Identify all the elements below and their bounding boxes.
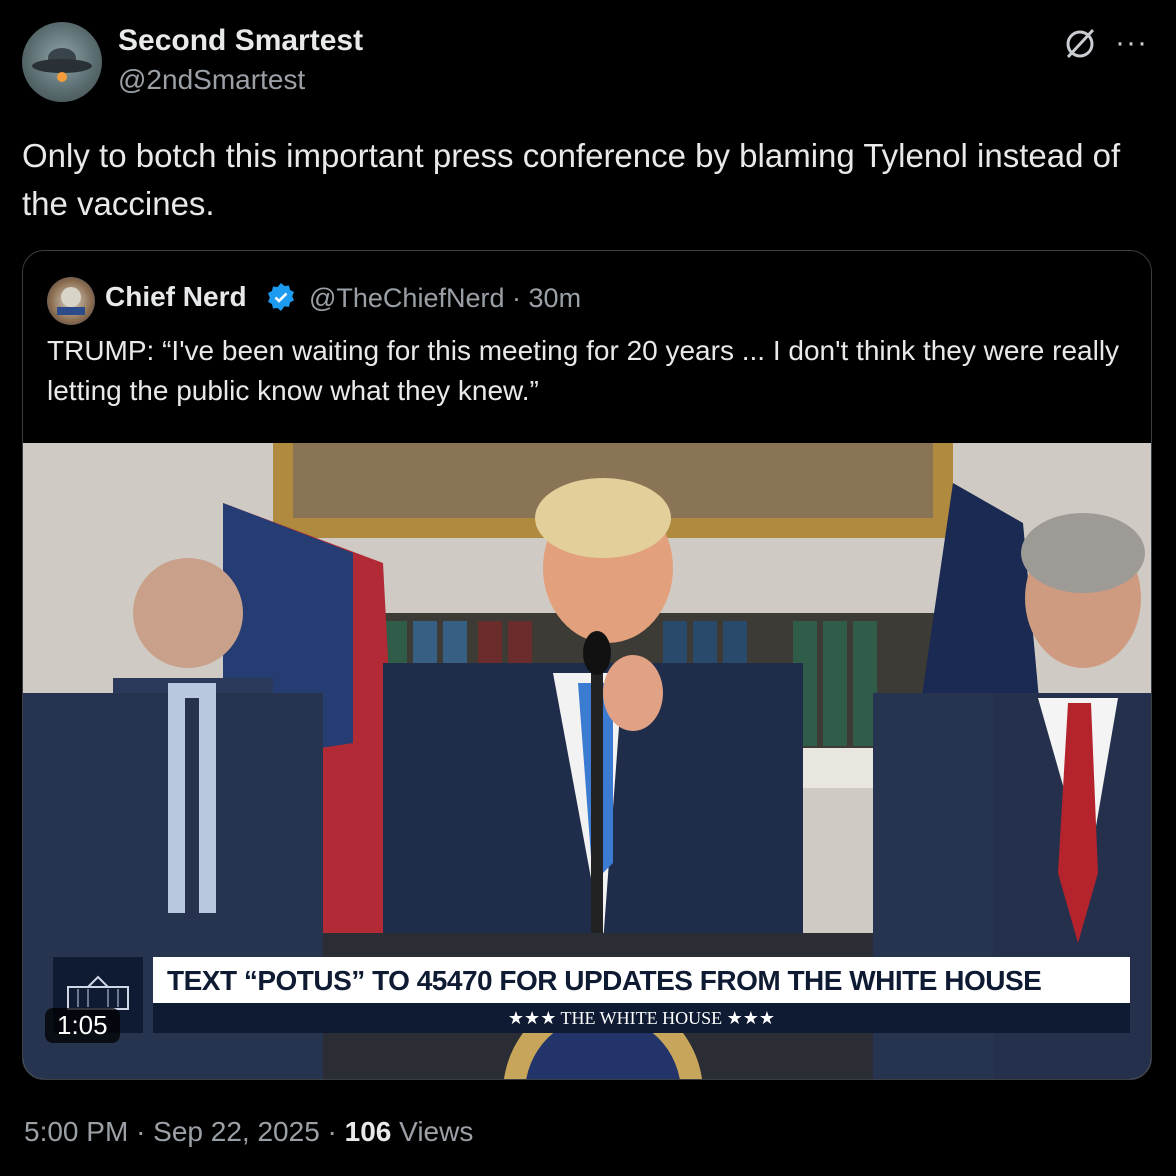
author-avatar[interactable]	[22, 22, 102, 102]
more-icon[interactable]: ···	[1115, 26, 1148, 60]
ufo-icon	[32, 48, 92, 82]
tweet-timestamp: 5:00 PM · Sep 22, 2025 · 106 Views	[24, 1116, 473, 1148]
quote-author-avatar[interactable]	[47, 277, 95, 325]
separator: ·	[136, 1116, 146, 1147]
views-count: 106	[344, 1116, 392, 1147]
banner-text: TEXT “POTUS” TO 45470 FOR UPDATES FROM T…	[167, 965, 1042, 996]
quote-author-name[interactable]: Chief Nerd	[105, 281, 247, 313]
quoted-tweet[interactable]: Chief Nerd @TheChiefNerd · 30m TRUMP: “I…	[22, 250, 1152, 1080]
tweet-date[interactable]: Sep 22, 2025	[153, 1116, 320, 1147]
video-duration: 1:05	[45, 1008, 120, 1043]
verified-icon	[268, 283, 294, 311]
author-handle[interactable]: @2ndSmartest	[118, 64, 305, 96]
separator: ·	[512, 283, 522, 313]
separator: ·	[327, 1116, 337, 1147]
video-player[interactable]: TEXT “POTUS” TO 45470 FOR UPDATES FROM T…	[23, 443, 1151, 1079]
author-name[interactable]: Second Smartest	[118, 24, 363, 58]
grok-icon[interactable]	[1060, 24, 1100, 64]
quote-handle-text: @TheChiefNerd	[309, 283, 505, 313]
views-label: Views	[399, 1116, 474, 1147]
banner-subtitle: ★★★ THE WHITE HOUSE ★★★	[153, 1003, 1130, 1033]
tweet-text: Only to botch this important press confe…	[22, 137, 1121, 222]
news-banner: TEXT “POTUS” TO 45470 FOR UPDATES FROM T…	[153, 957, 1130, 1033]
quote-age: 30m	[528, 283, 582, 313]
chief-nerd-avatar-icon	[57, 287, 85, 315]
tweet-time[interactable]: 5:00 PM	[24, 1116, 128, 1147]
quote-text: TRUMP: “I've been waiting for this meeti…	[47, 335, 1120, 406]
quote-author-handle[interactable]: @TheChiefNerd · 30m	[309, 283, 581, 314]
